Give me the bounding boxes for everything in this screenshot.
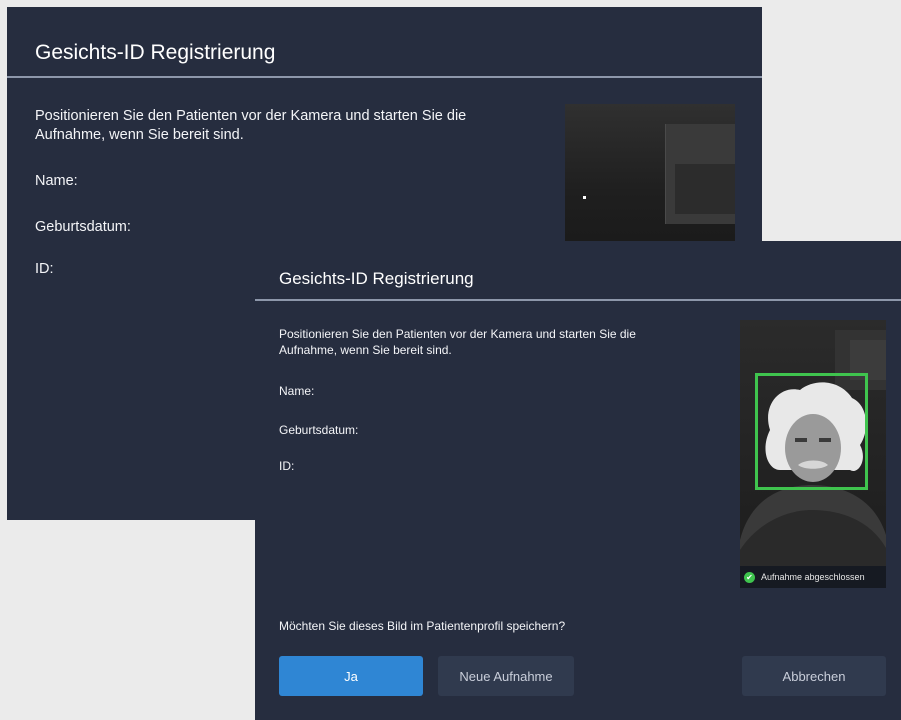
dialog-title: Gesichts-ID Registrierung — [35, 41, 276, 64]
title-divider — [255, 299, 901, 301]
id-label: ID: — [279, 459, 295, 473]
face-id-dialog: Gesichts-ID Registrierung Positionieren … — [255, 241, 901, 720]
title-divider — [7, 76, 762, 78]
dialog-title: Gesichts-ID Registrierung — [279, 269, 474, 288]
birthdate-label: Geburtsdatum: — [35, 219, 131, 235]
cancel-button[interactable]: Abbrechen — [742, 656, 886, 696]
capture-status-text: Aufnahme abgeschlossen — [761, 572, 865, 582]
capture-status: ✔ Aufnahme abgeschlossen — [740, 566, 886, 588]
instruction-line-2: Aufnahme, wenn Sie bereit sind. — [279, 343, 452, 357]
camera-preview: ✔ Aufnahme abgeschlossen — [740, 320, 886, 588]
instruction-line-1: Positionieren Sie den Patienten vor der … — [35, 108, 467, 124]
instruction-line-1: Positionieren Sie den Patienten vor der … — [279, 327, 636, 341]
face-detection-box — [755, 373, 868, 490]
name-label: Name: — [35, 173, 78, 189]
yes-button[interactable]: Ja — [279, 656, 423, 696]
new-capture-button[interactable]: Neue Aufnahme — [438, 656, 574, 696]
camera-preview — [565, 104, 735, 249]
name-label: Name: — [279, 384, 315, 398]
birthdate-label: Geburtsdatum: — [279, 423, 359, 437]
id-label: ID: — [35, 261, 54, 277]
save-question: Möchten Sie dieses Bild im Patientenprof… — [279, 619, 566, 633]
check-circle-icon: ✔ — [744, 571, 755, 583]
instruction-line-2: Aufnahme, wenn Sie bereit sind. — [35, 127, 244, 143]
